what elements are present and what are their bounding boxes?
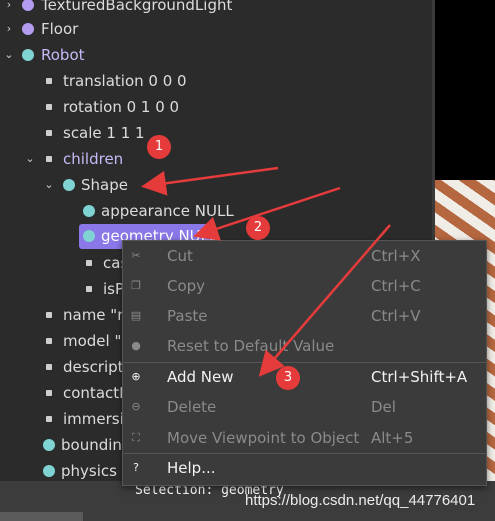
annotation-arrows [141,166,391,377]
annotation-arrow-1 [141,166,279,196]
annotation-badge-3: 3 [276,366,300,390]
annotation-badge-1: 1 [147,135,171,159]
annotation-arrow-3 [258,224,391,377]
annotation-badge-2: 2 [246,216,270,240]
